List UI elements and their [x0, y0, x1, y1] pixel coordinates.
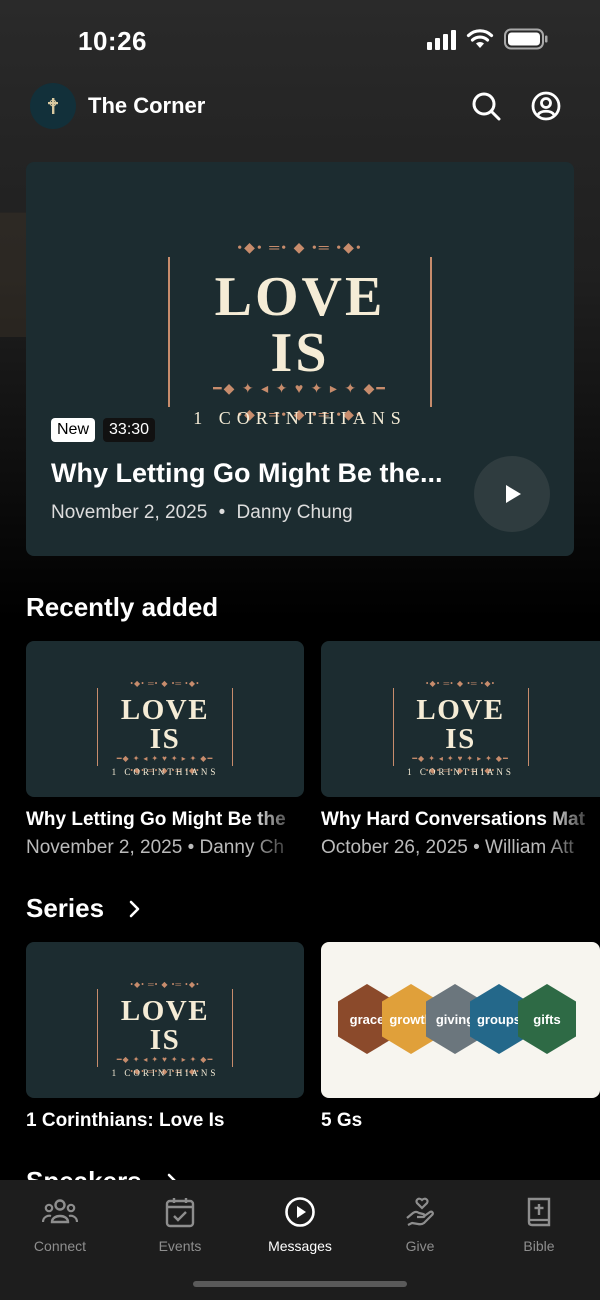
play-button[interactable]: [474, 456, 550, 532]
artwork-ornament-mid: ━◆ ✦ ◂ ✦ ♥ ✦ ▸ ✦ ◆━: [213, 382, 387, 397]
series-title: 5 Gs: [321, 1110, 363, 1131]
status-bar: 10:26: [0, 0, 600, 80]
artwork-title: LOVE IS: [416, 694, 505, 755]
artwork-ornament-top: •◆• ═• ◆ •═ •◆•: [237, 241, 363, 256]
artwork-title: LOVE IS: [120, 694, 210, 755]
artwork-subtitle: 1 CORINTHIANS: [407, 767, 514, 777]
profile-icon: [531, 91, 561, 121]
artwork-frame: LOVE IS ━◆ ✦ ◂ ✦ ♥ ✦ ▸ ✦ ◆━ 1 CORINTHIAN…: [97, 688, 233, 777]
bible-icon: [527, 1197, 551, 1227]
home-indicator[interactable]: [193, 1281, 407, 1287]
series-thumbnail: grace growth giving groups gifts: [321, 942, 600, 1098]
artwork-subtitle: 1 CORINTHIANS: [111, 1068, 219, 1078]
message-card[interactable]: •◆• ═• ◆ •═ •◆• LOVE IS ━◆ ✦ ◂ ✦ ♥ ✦ ▸ ✦…: [26, 641, 304, 859]
artwork-frame: LOVE IS ━◆ ✦ ◂ ✦ ♥ ✦ ▸ ✦ ◆━ 1 CORINTHIAN…: [168, 257, 432, 428]
featured-speaker: Danny Chung: [236, 502, 353, 523]
church-logo[interactable]: [30, 83, 76, 129]
battery-icon: [504, 28, 548, 50]
series-artwork: •◆• ═• ◆ •═ •◆• LOVE IS ━◆ ✦ ◂ ✦ ♥ ✦ ▸ ✦…: [168, 240, 432, 428]
tab-label: Bible: [523, 1238, 555, 1254]
featured-badges: New 33:30: [51, 418, 156, 442]
cross-logo-icon: [48, 98, 58, 114]
series-label: Series: [26, 893, 105, 923]
artwork-title: LOVE IS: [214, 266, 386, 384]
duration-badge: 33:30: [103, 418, 156, 442]
calendar-check-icon: [165, 1198, 195, 1228]
tab-give[interactable]: Give: [370, 1194, 470, 1254]
new-badge: New: [51, 418, 96, 442]
profile-button[interactable]: [528, 88, 564, 124]
artwork-ornament-mid: ━◆ ✦ ◂ ✦ ♥ ✦ ▸ ✦ ◆━: [116, 1055, 214, 1064]
people-icon: [42, 1199, 78, 1224]
artwork-title: LOVE IS: [120, 995, 210, 1056]
series-artwork: •◆• ═• ◆ •═ •◆• LOVE IS ━◆ ✦ ◂ ✦ ♥ ✦ ▸ ✦…: [97, 980, 233, 1078]
artwork-frame: LOVE IS ━◆ ✦ ◂ ✦ ♥ ✦ ▸ ✦ ◆━ 1 CORINTHIAN…: [97, 989, 233, 1078]
series-card[interactable]: •◆• ═• ◆ •═ •◆• LOVE IS ━◆ ✦ ◂ ✦ ♥ ✦ ▸ ✦…: [26, 942, 304, 1132]
artwork-ornament-top: •◆• ═• ◆ •═ •◆•: [130, 679, 200, 688]
series-title: 1 Corinthians: Love Is: [26, 1110, 225, 1131]
artwork-frame: LOVE IS ━◆ ✦ ◂ ✦ ♥ ✦ ▸ ✦ ◆━ 1 CORINTHIAN…: [392, 688, 529, 777]
play-circle-icon: [285, 1197, 315, 1227]
wifi-icon: [466, 29, 494, 48]
church-name: The Corner: [88, 93, 206, 118]
play-icon: [506, 485, 521, 503]
tab-connect[interactable]: Connect: [10, 1194, 110, 1254]
message-card[interactable]: •◆• ═• ◆ •═ •◆• LOVE IS ━◆ ✦ ◂ ✦ ♥ ✦ ▸ ✦…: [321, 641, 600, 859]
message-meta: October 26, 2025 • William Att: [321, 837, 574, 858]
hand-heart-icon: [406, 1197, 434, 1226]
featured-date: November 2, 2025: [51, 502, 208, 523]
message-thumbnail: •◆• ═• ◆ •═ •◆• LOVE IS ━◆ ✦ ◂ ✦ ♥ ✦ ▸ ✦…: [321, 641, 600, 797]
message-title: Why Letting Go Might Be the: [26, 809, 286, 830]
recently-added-heading: Recently added: [26, 592, 218, 623]
artwork-ornament-top: •◆• ═• ◆ •═ •◆•: [425, 679, 496, 688]
message-title: Why Hard Conversations Mat: [321, 809, 585, 830]
tab-bible[interactable]: Bible: [489, 1194, 589, 1254]
series-thumbnail: •◆• ═• ◆ •═ •◆• LOVE IS ━◆ ✦ ◂ ✦ ♥ ✦ ▸ ✦…: [26, 942, 304, 1098]
hex-gifts: gifts: [518, 984, 576, 1054]
tab-label: Messages: [268, 1238, 332, 1254]
artwork-ornament-top: •◆• ═• ◆ •═ •◆•: [130, 980, 200, 989]
search-icon: [472, 92, 501, 121]
meta-separator: •: [218, 502, 226, 523]
featured-meta: November 2, 2025 • Danny Chung: [51, 502, 353, 524]
tab-label: Give: [405, 1238, 435, 1254]
series-card[interactable]: grace growth giving groups gifts 5 Gs: [321, 942, 600, 1132]
app-header: The Corner: [30, 82, 564, 130]
tab-events[interactable]: Events: [130, 1194, 230, 1254]
search-button[interactable]: [468, 88, 504, 124]
series-artwork: •◆• ═• ◆ •═ •◆• LOVE IS ━◆ ✦ ◂ ✦ ♥ ✦ ▸ ✦…: [97, 679, 233, 777]
message-thumbnail: •◆• ═• ◆ •═ •◆• LOVE IS ━◆ ✦ ◂ ✦ ♥ ✦ ▸ ✦…: [26, 641, 304, 797]
tab-messages[interactable]: Messages: [250, 1194, 350, 1254]
recently-added-label: Recently added: [26, 592, 219, 622]
chevron-right-icon: [129, 900, 140, 917]
message-meta: November 2, 2025 • Danny Ch: [26, 837, 285, 858]
featured-message-card[interactable]: •◆• ═• ◆ •═ •◆• LOVE IS ━◆ ✦ ◂ ✦ ♥ ✦ ▸ ✦…: [26, 162, 574, 556]
artwork-subtitle: 1 CORINTHIANS: [193, 408, 407, 428]
cellular-signal-icon: [427, 28, 456, 50]
artwork-subtitle: 1 CORINTHIANS: [111, 767, 219, 777]
artwork-ornament-mid: ━◆ ✦ ◂ ✦ ♥ ✦ ▸ ✦ ◆━: [116, 754, 214, 763]
status-time: 10:26: [78, 26, 147, 56]
status-icons: [427, 28, 548, 50]
series-artwork: •◆• ═• ◆ •═ •◆• LOVE IS ━◆ ✦ ◂ ✦ ♥ ✦ ▸ ✦…: [392, 679, 529, 777]
tab-label: Connect: [33, 1238, 87, 1254]
featured-title: Why Letting Go Might Be the...: [51, 458, 443, 488]
tab-label: Events: [158, 1238, 202, 1254]
artwork-ornament-mid: ━◆ ✦ ◂ ✦ ♥ ✦ ▸ ✦ ◆━: [412, 754, 509, 763]
series-heading[interactable]: Series: [26, 893, 142, 924]
